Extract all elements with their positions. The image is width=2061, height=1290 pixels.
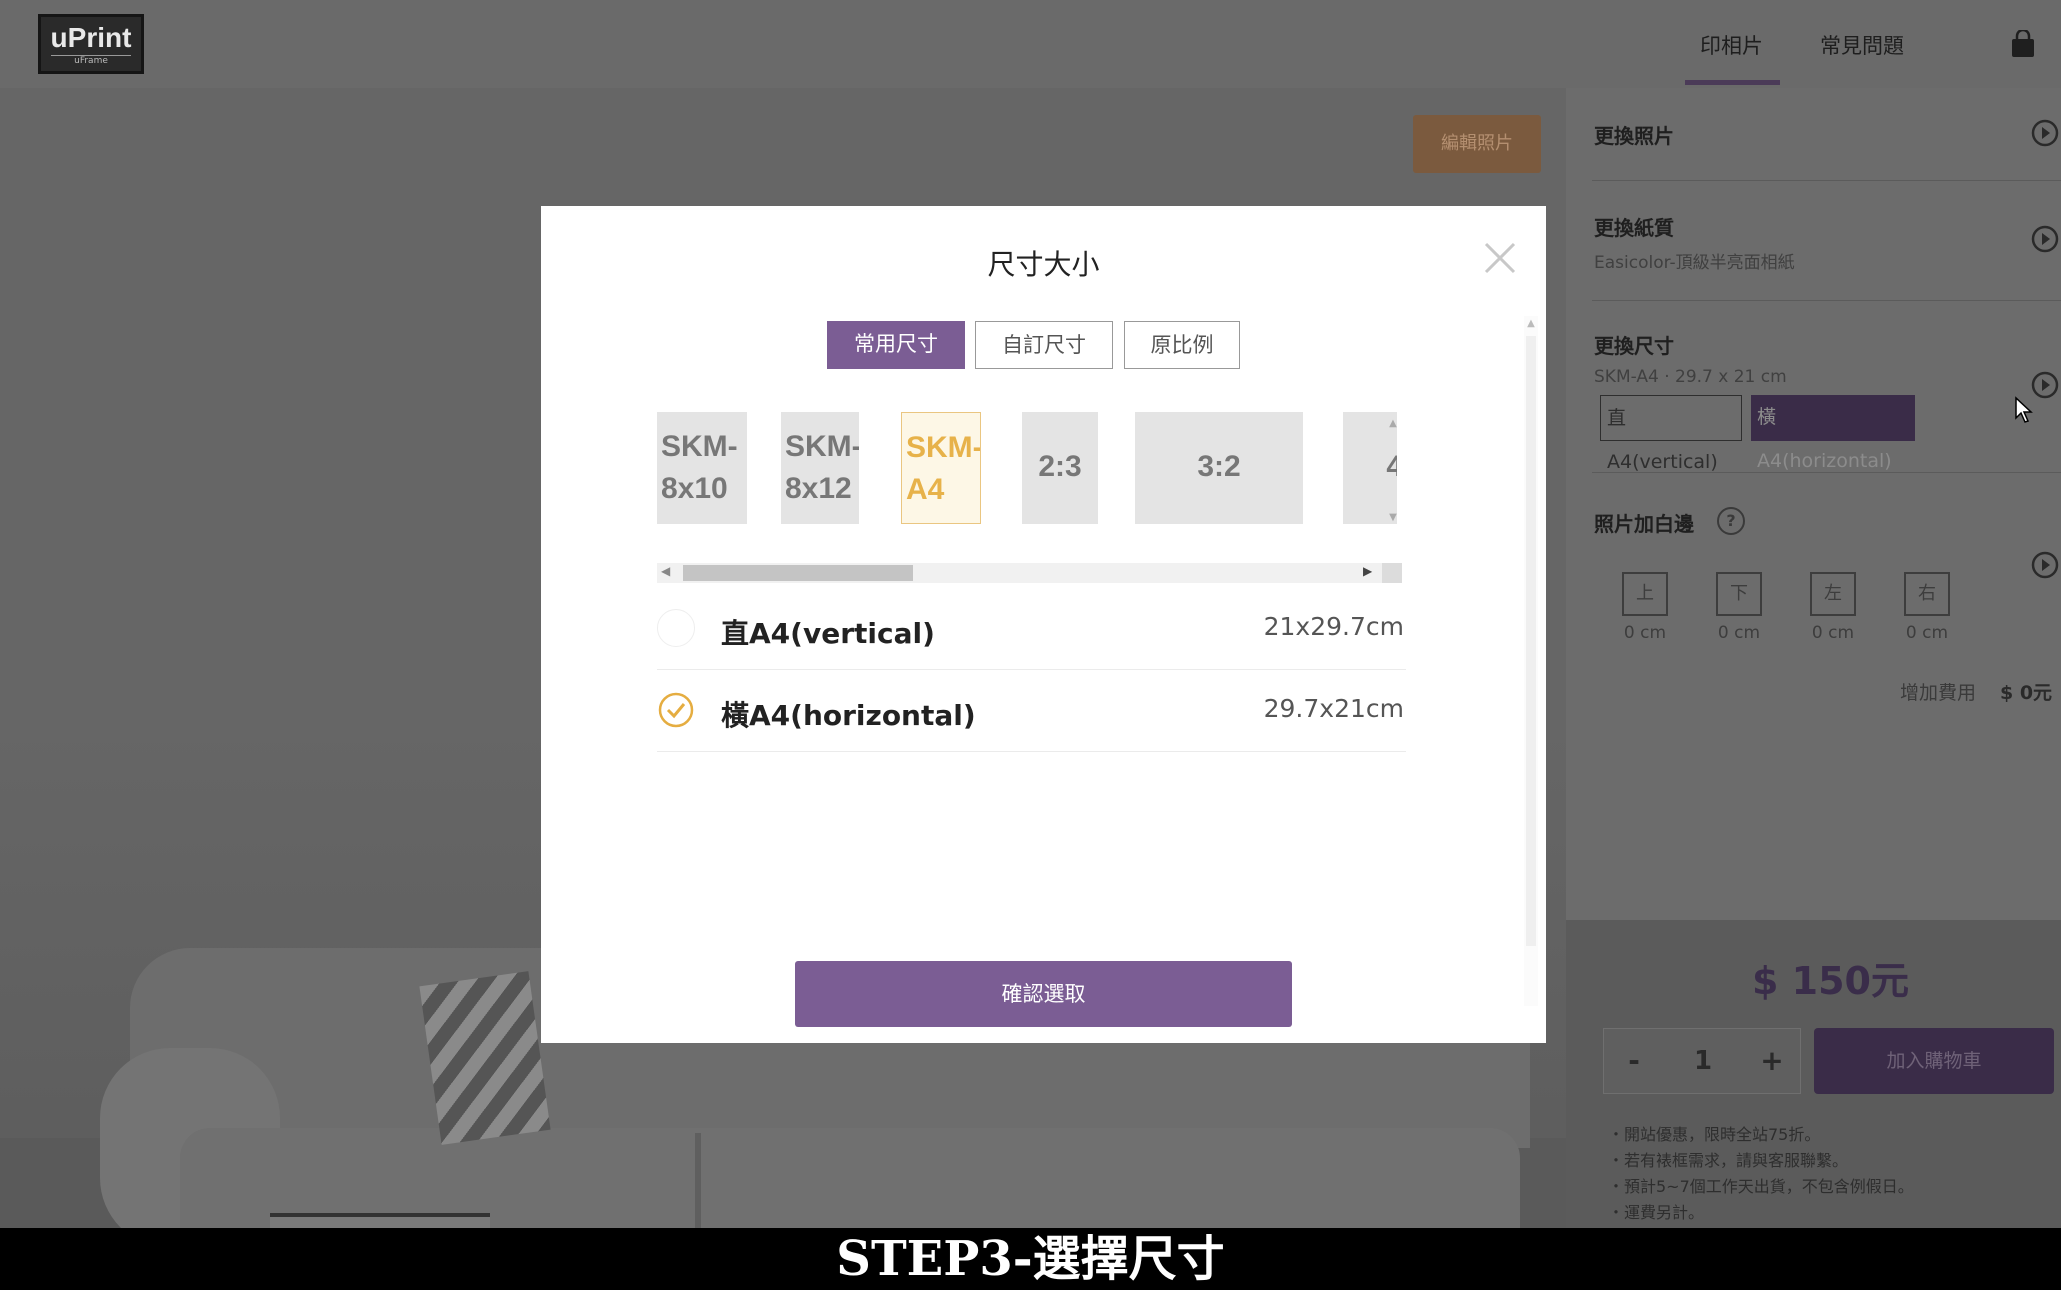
- size-value: SKM-A4 · 29.7 x 21 cm: [1594, 367, 1787, 387]
- change-photo-title[interactable]: 更換照片: [1594, 120, 1674, 149]
- help-icon[interactable]: ?: [1717, 507, 1745, 535]
- border-bottom-input[interactable]: 下: [1716, 572, 1762, 616]
- scroll-up-arrow-icon[interactable]: ▲: [1526, 318, 1536, 330]
- scrollbar-corner: [1382, 563, 1402, 583]
- white-border-title: 照片加白邊: [1594, 512, 1694, 536]
- nav-print-photos[interactable]: 印相片: [1700, 30, 1763, 60]
- size-card-skm-8x10[interactable]: SKM- 8x10: [657, 412, 747, 524]
- panel-divider: [1592, 180, 2061, 181]
- patterned-pillow: [419, 971, 551, 1145]
- shopping-bag-icon[interactable]: [2010, 30, 2036, 58]
- sofa-cushion-divider: [695, 1133, 701, 1228]
- purchase-notes: ・開站優惠，限時全站75折。 ・若有裱框需求，請與客服聯繫。 ・預計5~7個工作…: [1608, 1122, 1914, 1226]
- quantity-stepper: - 1 +: [1603, 1028, 1801, 1094]
- book-stack: [270, 1213, 490, 1228]
- add-to-cart-button[interactable]: 加入購物車: [1814, 1028, 2054, 1094]
- option-dimension: 29.7x21cm: [1263, 694, 1404, 723]
- uprint-logo[interactable]: uPrint uFrame: [38, 14, 144, 74]
- extra-fee-value: $ 0元: [2000, 682, 2053, 704]
- tab-original-ratio[interactable]: 原比例: [1124, 321, 1240, 369]
- border-top-value: 0 cm: [1623, 623, 1667, 643]
- size-card-strip: SKM- 8x10 SKM- 8x12 SKM- A4 2:3 3:2 4: [657, 412, 1397, 528]
- size-option-horizontal[interactable]: 橫A4(horizontal) 29.7x21cm: [657, 670, 1406, 752]
- quantity-value[interactable]: 1: [1664, 1029, 1742, 1093]
- size-card-skm-8x12[interactable]: SKM- 8x12: [781, 412, 859, 524]
- logo-text: uPrint: [50, 22, 132, 53]
- radio-checked-icon[interactable]: [657, 691, 695, 729]
- total-price: $ 150元: [1752, 959, 1909, 1003]
- scroll-up-arrow-icon[interactable]: ▲: [1385, 418, 1401, 429]
- mouse-cursor-icon: [2015, 396, 2033, 423]
- panel-divider: [1592, 472, 2061, 473]
- size-chip-vertical[interactable]: 直A4(vertical): [1600, 395, 1742, 473]
- size-option-vertical[interactable]: 直A4(vertical) 21x29.7cm: [657, 588, 1406, 670]
- play-circle-icon[interactable]: [2030, 224, 2060, 254]
- border-right-input[interactable]: 右: [1904, 572, 1950, 616]
- horizontal-scrollbar-thumb[interactable]: [683, 565, 913, 581]
- play-circle-icon[interactable]: [2030, 550, 2060, 580]
- scroll-down-arrow-icon[interactable]: ▼: [1385, 512, 1401, 523]
- size-chip-horizontal[interactable]: 橫A4(horizontal): [1751, 395, 1915, 472]
- note-item: ・運費另計。: [1608, 1203, 1705, 1222]
- option-dimension: 21x29.7cm: [1263, 612, 1404, 641]
- nav-faq[interactable]: 常見問題: [1820, 30, 1904, 60]
- nav-active-indicator: [1685, 80, 1780, 85]
- size-strip-vertical-scrollbar[interactable]: ▲ ▼: [1377, 418, 1397, 528]
- change-paper-title[interactable]: 更換紙質: [1594, 212, 1674, 241]
- option-label: 橫A4(horizontal): [721, 699, 976, 732]
- size-strip-horizontal-scrollbar[interactable]: ◀ ▶: [657, 563, 1402, 583]
- scroll-right-arrow-icon[interactable]: ▶: [1363, 564, 1372, 578]
- change-size-title[interactable]: 更換尺寸: [1594, 330, 1674, 359]
- option-label: 直A4(vertical): [721, 617, 935, 650]
- border-left-input[interactable]: 左: [1810, 572, 1856, 616]
- quantity-increase-button[interactable]: +: [1742, 1029, 1802, 1093]
- site-header: uPrint uFrame 印相片 常見問題: [0, 0, 2061, 88]
- modal-title: 尺寸大小: [987, 248, 1100, 281]
- border-right-value: 0 cm: [1905, 623, 1949, 643]
- scroll-left-arrow-icon[interactable]: ◀: [661, 564, 670, 578]
- close-icon[interactable]: [1480, 238, 1520, 278]
- note-item: ・開站優惠，限時全站75折。: [1608, 1125, 1821, 1144]
- size-card-skm-a4[interactable]: SKM- A4: [901, 412, 981, 524]
- confirm-selection-button[interactable]: 確認選取: [795, 961, 1292, 1027]
- border-bottom-value: 0 cm: [1717, 623, 1761, 643]
- size-card-3-2[interactable]: 3:2: [1135, 412, 1303, 524]
- extra-fee-label: 增加費用: [1900, 682, 1977, 704]
- step-caption: STEP3-選擇尺寸: [836, 1231, 1225, 1287]
- panel-divider: [1592, 300, 2061, 301]
- size-card-2-3[interactable]: 2:3: [1022, 412, 1098, 524]
- modal-scrollbar-thumb[interactable]: [1526, 336, 1536, 946]
- note-item: ・若有裱框需求，請與客服聯繫。: [1608, 1151, 1849, 1170]
- quantity-decrease-button[interactable]: -: [1604, 1029, 1664, 1093]
- video-caption-bar: STEP3-選擇尺寸: [0, 1228, 2061, 1290]
- radio-unchecked-icon[interactable]: [657, 609, 695, 647]
- note-item: ・預計5~7個工作天出貨，不包含例假日。: [1608, 1177, 1914, 1196]
- play-circle-icon[interactable]: [2030, 118, 2060, 148]
- border-left-value: 0 cm: [1811, 623, 1855, 643]
- edit-photo-button[interactable]: 編輯照片: [1413, 115, 1541, 173]
- size-selection-modal: 尺寸大小 ▲ 常用尺寸 自訂尺寸 原比例 SKM- 8x10 SKM- 8x12…: [541, 206, 1546, 1043]
- paper-value: Easicolor-頂級半亮面相紙: [1594, 253, 1795, 273]
- play-circle-icon[interactable]: [2030, 370, 2060, 400]
- border-top-input[interactable]: 上: [1622, 572, 1668, 616]
- logo-subtext: uFrame: [51, 55, 131, 66]
- tab-custom-size[interactable]: 自訂尺寸: [975, 321, 1113, 369]
- tab-common-sizes[interactable]: 常用尺寸: [827, 321, 965, 369]
